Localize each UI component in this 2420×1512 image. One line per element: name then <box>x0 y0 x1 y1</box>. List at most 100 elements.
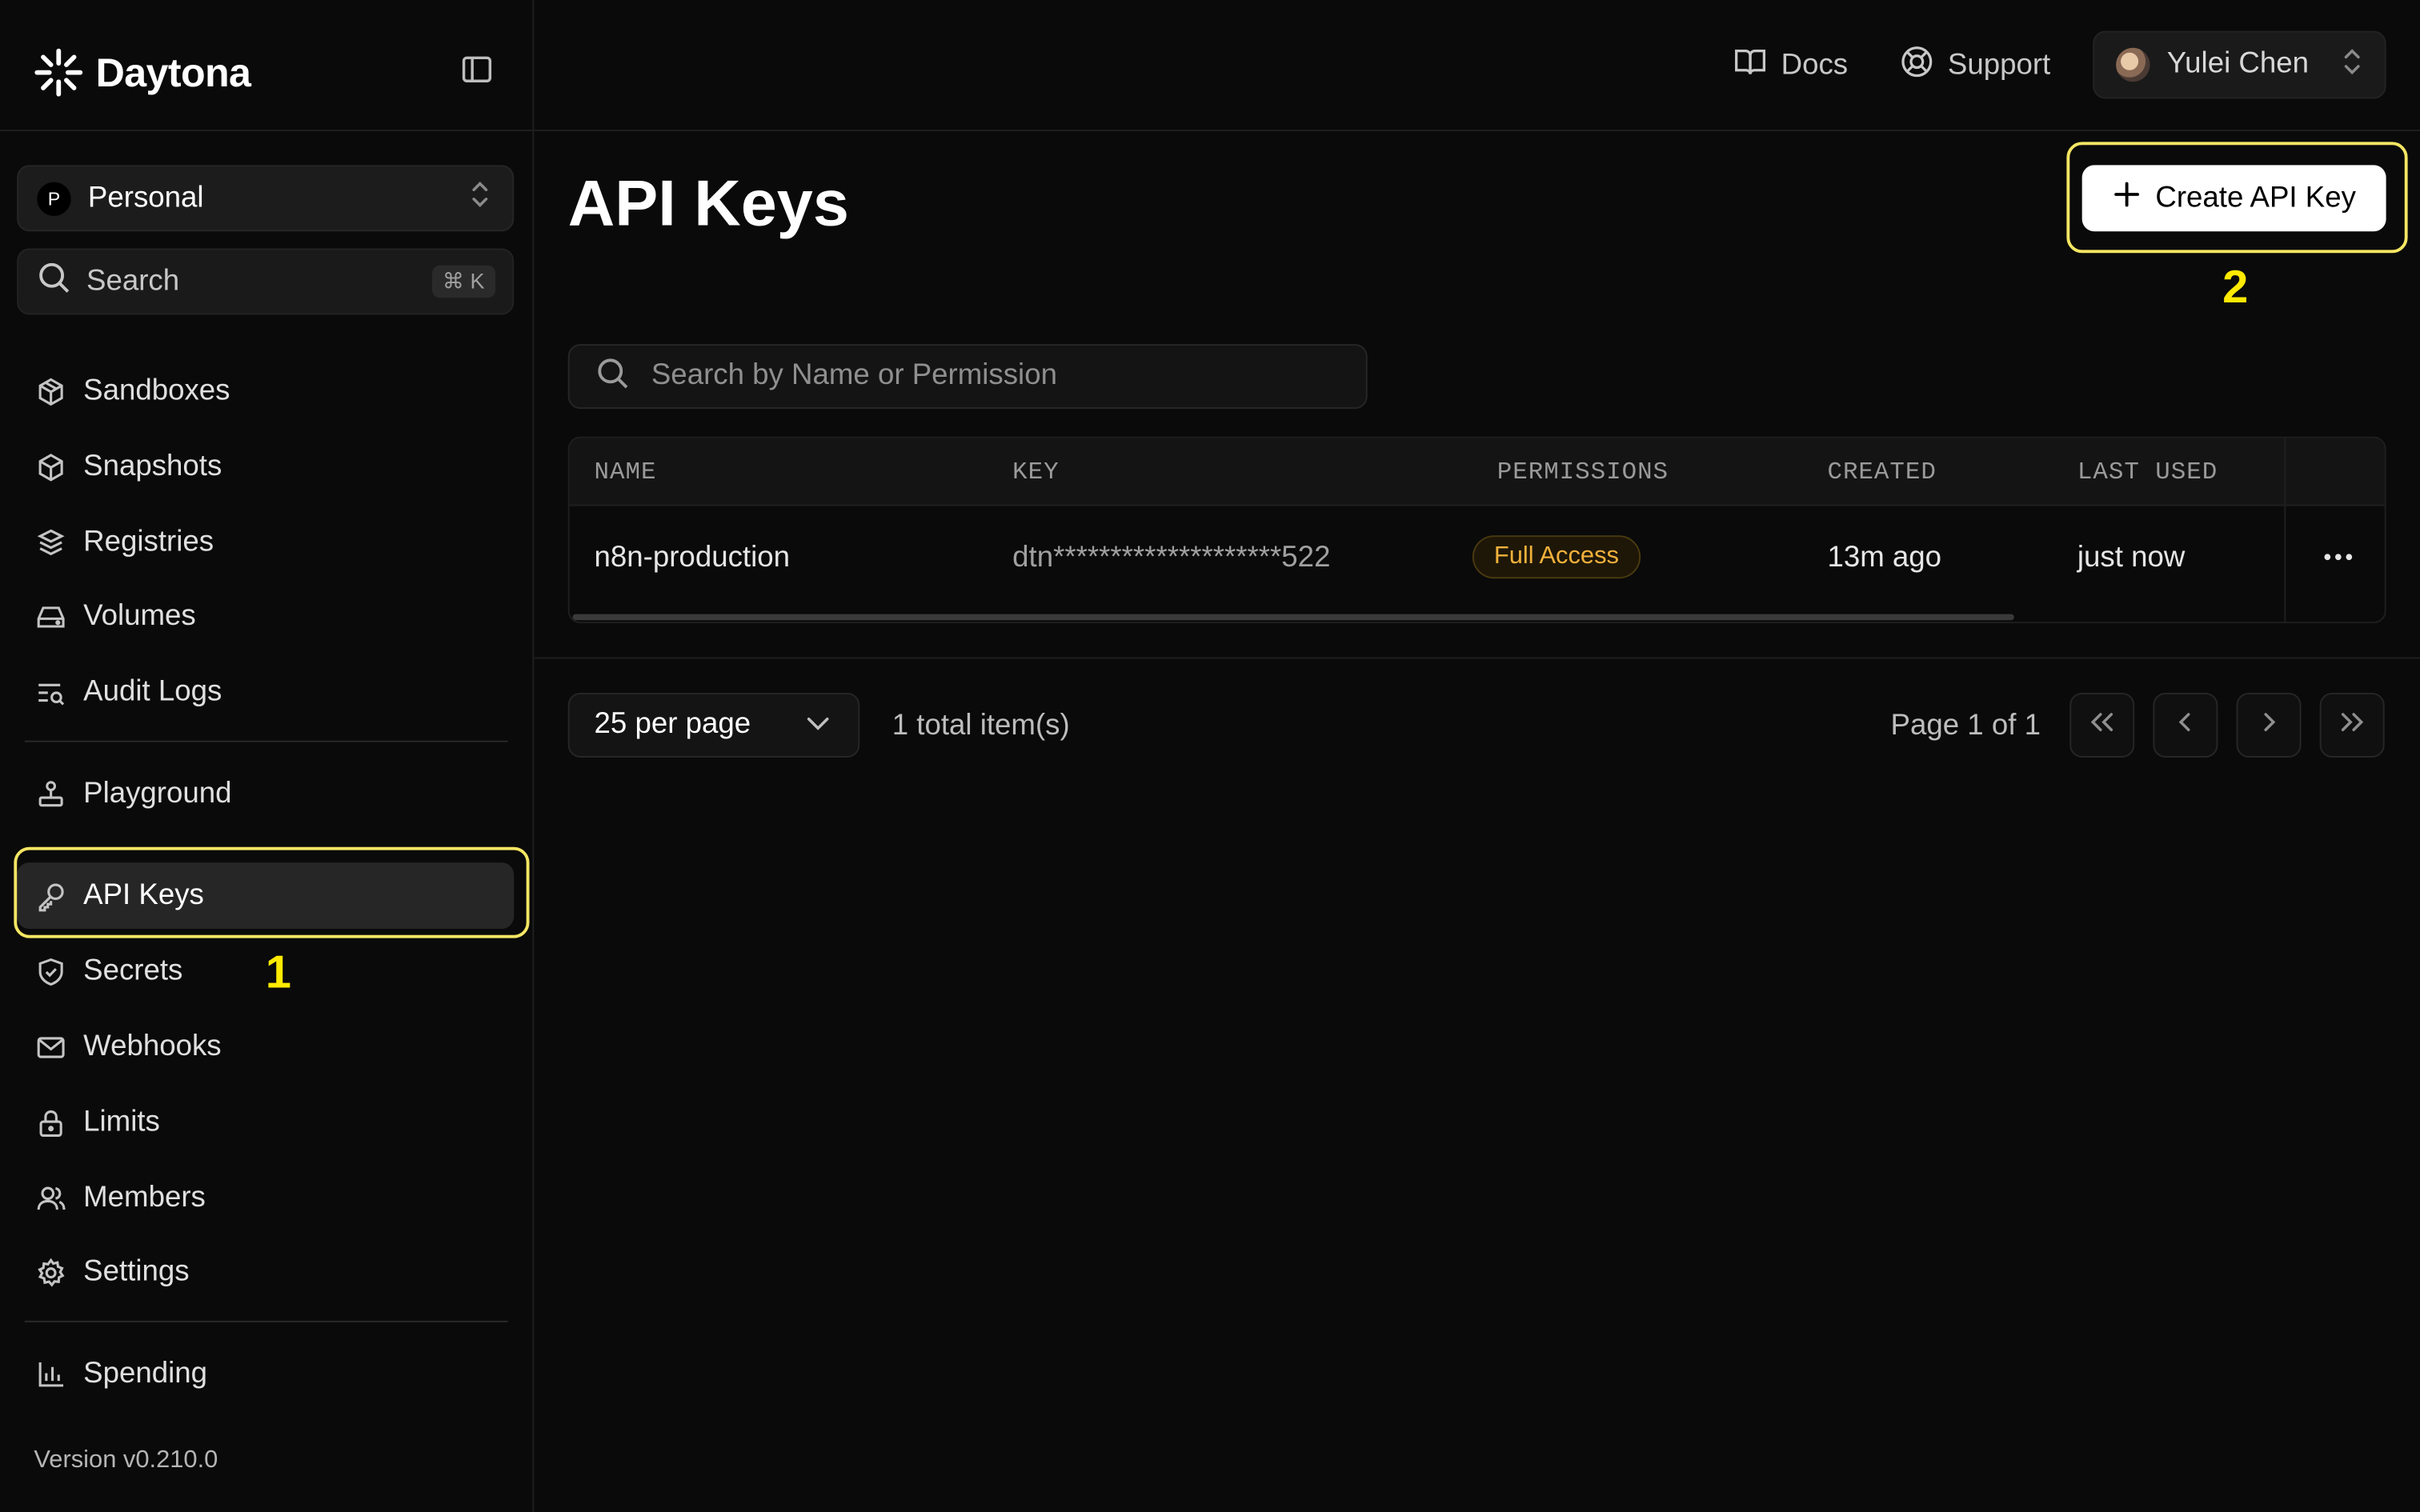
support-link[interactable]: Support <box>1900 43 2050 90</box>
organization-select[interactable]: P Personal <box>17 165 515 232</box>
box-icon <box>34 374 67 408</box>
sidebar-item-label: Playground <box>83 777 232 810</box>
sidebar-item-webhooks[interactable]: Webhooks <box>17 1014 514 1080</box>
next-page-button[interactable] <box>2236 692 2302 758</box>
sidebar-item-volumes[interactable]: Volumes <box>17 583 514 650</box>
user-name: Yulei Chen <box>2166 47 2310 81</box>
sidebar-toggle-icon[interactable] <box>460 53 494 86</box>
app-version: Version v0.210.0 <box>34 1447 218 1474</box>
sidebar-item-settings[interactable]: Settings <box>17 1239 514 1306</box>
last-page-button[interactable] <box>2319 692 2385 758</box>
org-name: Personal <box>87 181 204 214</box>
api-keys-table: NAME KEY PERMISSIONS CREATED LAST USED n… <box>567 436 2386 624</box>
avatar <box>2116 47 2150 82</box>
sidebar-item-snapshots[interactable]: Snapshots <box>17 434 514 500</box>
chevron-up-down-icon <box>469 179 491 218</box>
shield-icon <box>34 954 67 988</box>
sidebar-item-label: Sandboxes <box>83 374 230 407</box>
actions-column <box>2284 438 2384 622</box>
sidebar-search[interactable]: Search ⌘ K <box>17 248 515 315</box>
docs-link[interactable]: Docs <box>1733 43 1848 90</box>
sidebar-item-label: Snapshots <box>83 450 222 482</box>
docs-label: Docs <box>1781 49 1849 82</box>
permission-badge: Full Access <box>1472 535 1641 579</box>
annotation-highlight-create-button <box>2066 142 2408 254</box>
users-icon <box>34 1181 67 1214</box>
lock-icon <box>34 1106 67 1139</box>
org-avatar: P <box>37 181 71 216</box>
page-title: API Keys <box>567 166 849 239</box>
sidebar: Daytona P Personal Search ⌘ K Sandboxes … <box>0 0 535 1512</box>
divider <box>24 740 508 742</box>
brand-name: Daytona <box>95 48 251 95</box>
cell-name: n8n-production <box>594 541 790 574</box>
sidebar-item-audit-logs[interactable]: Audit Logs <box>17 659 514 726</box>
column-header-key[interactable]: KEY <box>1012 458 1059 486</box>
sidebar-item-members[interactable]: Members <box>17 1165 514 1231</box>
keyboard-shortcut: ⌘ K <box>431 265 496 298</box>
cell-created: 13m ago <box>1827 541 1942 574</box>
user-menu-button[interactable]: Yulei Chen <box>2093 30 2386 99</box>
more-options-icon[interactable] <box>2323 543 2354 571</box>
joystick-icon <box>34 777 67 810</box>
table-header: NAME KEY PERMISSIONS CREATED LAST USED <box>569 438 2385 506</box>
column-header-created[interactable]: CREATED <box>1827 458 1936 486</box>
total-items: 1 total item(s) <box>891 710 1070 742</box>
daytona-logo-icon <box>34 48 83 98</box>
divider <box>24 1320 508 1322</box>
cube-icon <box>34 450 67 483</box>
chevrons-left-icon <box>2088 710 2116 740</box>
annotation-highlight-api-keys <box>14 846 530 938</box>
column-header-name[interactable]: NAME <box>595 458 657 486</box>
chevron-up-down-icon <box>2342 46 2363 84</box>
package-icon <box>34 526 67 559</box>
bar-chart-icon <box>34 1357 67 1390</box>
column-header-permissions[interactable]: PERMISSIONS <box>1497 458 1669 486</box>
per-page-value: 25 per page <box>594 708 751 741</box>
column-header-last-used[interactable]: LAST USED <box>2077 458 2218 486</box>
chevron-down-icon <box>806 711 831 739</box>
first-page-button[interactable] <box>2069 692 2135 758</box>
sidebar-item-label: Spending <box>83 1357 208 1390</box>
chevron-right-icon <box>2259 710 2278 740</box>
life-buoy-icon <box>1900 45 1933 88</box>
search-icon <box>37 261 70 302</box>
sidebar-item-label: Webhooks <box>83 1030 222 1062</box>
search-input[interactable] <box>648 358 1334 395</box>
search-label: Search <box>86 264 180 298</box>
sidebar-item-label: Audit Logs <box>83 674 222 708</box>
sidebar-item-playground[interactable]: Playground <box>17 761 514 827</box>
cell-last-used: just now <box>2077 541 2186 574</box>
sidebar-item-label: Registries <box>83 525 214 558</box>
annotation-step-2: 2 <box>2222 262 2249 314</box>
sidebar-item-sandboxes[interactable]: Sandboxes <box>17 358 514 424</box>
divider <box>534 130 2420 131</box>
divider <box>534 657 2420 659</box>
brand[interactable]: Daytona <box>34 43 251 102</box>
sidebar-item-limits[interactable]: Limits <box>17 1090 514 1156</box>
divider <box>0 130 533 131</box>
book-icon <box>1733 45 1767 88</box>
sidebar-item-label: Settings <box>83 1254 190 1288</box>
gear-icon <box>34 1255 67 1289</box>
mail-icon <box>34 1030 67 1063</box>
sidebar-item-secrets[interactable]: Secrets <box>17 938 514 1005</box>
sidebar-item-spending[interactable]: Spending <box>17 1341 514 1407</box>
app-root: Daytona P Personal Search ⌘ K Sandboxes … <box>0 0 2420 1512</box>
hard-drive-icon <box>34 599 67 633</box>
sidebar-item-label: Secrets <box>83 954 183 987</box>
per-page-select[interactable]: 25 per page <box>567 692 860 758</box>
sidebar-item-label: Volumes <box>83 599 196 632</box>
chevron-left-icon <box>2176 710 2194 740</box>
search-icon <box>595 356 629 398</box>
chevrons-right-icon <box>2338 710 2366 740</box>
page-indicator: Page 1 of 1 <box>1890 710 2041 742</box>
sidebar-item-label: Limits <box>83 1105 160 1138</box>
sidebar-item-label: Members <box>83 1181 206 1214</box>
cell-key: dtn********************522 <box>1012 541 1331 574</box>
previous-page-button[interactable] <box>2153 692 2218 758</box>
horizontal-scrollbar[interactable] <box>572 614 2014 621</box>
sidebar-item-registries[interactable]: Registries <box>17 509 514 575</box>
table-search[interactable] <box>567 344 1368 410</box>
list-search-icon <box>34 675 67 709</box>
